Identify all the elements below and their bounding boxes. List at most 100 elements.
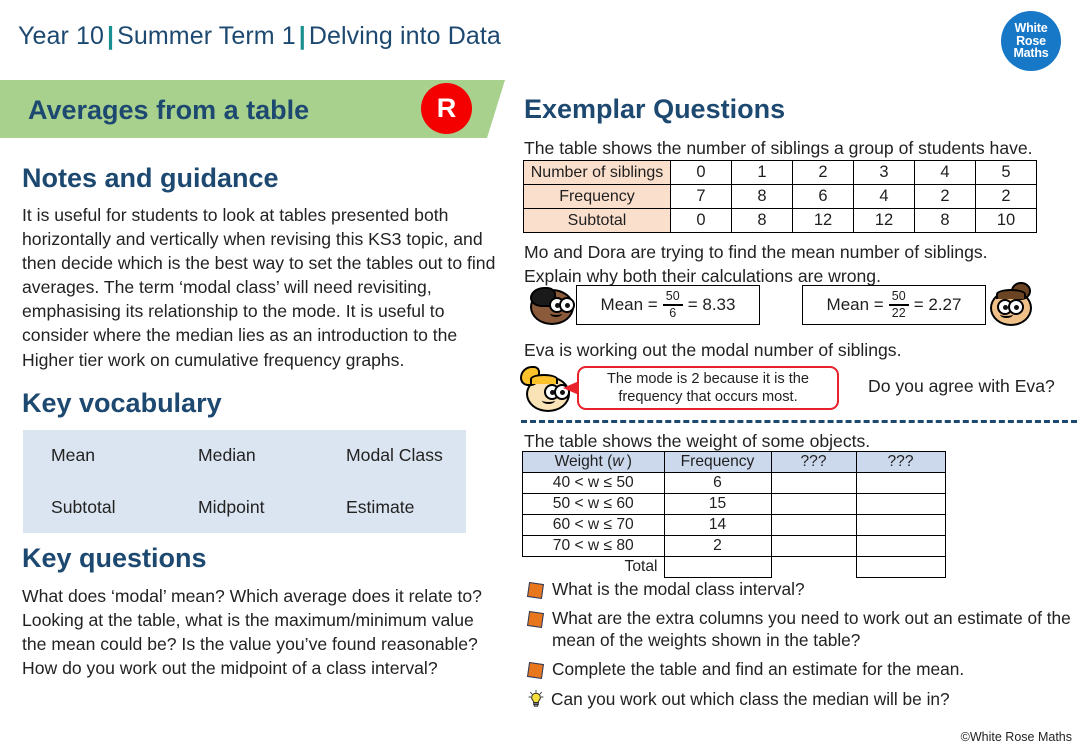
weight-table: Weight (w ) Frequency ??? ??? 40 < w ≤ 5…	[522, 451, 946, 578]
column-header-frequency: Frequency	[663, 451, 772, 473]
cell-interval: 70 < w ≤ 80	[522, 535, 665, 557]
logo-line-maths: Maths	[1013, 46, 1049, 61]
notes-heading: Notes and guidance	[22, 163, 279, 193]
cell: 4	[853, 184, 915, 209]
mo-numerator: 50	[665, 289, 680, 304]
bullet-text: What are the extra columns you need to w…	[552, 608, 1071, 651]
cell: 12	[853, 208, 915, 233]
vocab-term: Subtotal	[51, 496, 116, 517]
vocab-term: Mean	[51, 445, 96, 466]
bullet-text: Complete the table and find an estimate …	[552, 659, 965, 680]
breadcrumb-separator: |	[298, 22, 306, 50]
cell-blank[interactable]	[855, 493, 946, 515]
key-questions-heading: Key questions	[22, 543, 207, 573]
siblings-caption: The table shows the number of siblings a…	[524, 138, 1033, 158]
cell: 12	[792, 208, 854, 233]
orange-diamond-bullet-icon	[527, 582, 544, 599]
dora-numerator: 50	[891, 289, 906, 304]
total-spacer	[771, 557, 856, 578]
revision-badge: R	[421, 83, 472, 134]
siblings-table: Number of siblings 0 1 2 3 4 5 Frequency…	[523, 160, 1037, 233]
cell: 8	[731, 184, 793, 209]
table-row: 40 < w ≤ 50 6	[522, 472, 946, 494]
table-row: Subtotal 0 8 12 12 8 10	[523, 208, 1037, 233]
cell: 2	[792, 160, 854, 185]
worksheet-page: Year 10 | Summer Term 1 | Delving into Data …	[0, 0, 1084, 750]
dora-mean-label: Mean =	[826, 295, 884, 314]
top-header: Year 10 | Summer Term 1 | Delving into Data …	[0, 0, 1084, 75]
bullet-text: Can you work out which class the median …	[551, 688, 950, 709]
dora-denominator: 22	[891, 305, 906, 320]
cell: 1	[731, 160, 793, 185]
question-bullet-list: What is the modal class interval? What a…	[527, 578, 1080, 717]
cell-blank[interactable]	[770, 493, 857, 515]
breadcrumb-year: Year 10	[18, 22, 104, 50]
column-header-unknown-2: ???	[855, 451, 946, 473]
cell-frequency: 6	[663, 472, 772, 494]
table-header-row: Weight (w ) Frequency ??? ???	[522, 451, 946, 473]
notes-body: It is useful for students to look at tab…	[22, 205, 496, 370]
list-item: What are the extra columns you need to w…	[527, 607, 1080, 651]
breadcrumb: Year 10 | Summer Term 1 | Delving into Data	[18, 22, 501, 51]
white-rose-maths-logo: White Rose Maths	[1001, 11, 1061, 71]
cell-frequency: 15	[663, 493, 772, 515]
row-label: Subtotal	[523, 208, 671, 233]
column-header-unknown-1: ???	[770, 451, 857, 473]
cell-blank[interactable]	[770, 472, 857, 494]
eva-speech-bubble: The mode is 2 because it is the frequenc…	[577, 366, 839, 410]
cell: 2	[975, 184, 1037, 209]
cell-blank[interactable]	[855, 535, 946, 557]
row-label: Frequency	[523, 184, 671, 209]
breadcrumb-term: Summer Term 1	[117, 22, 296, 50]
cell-blank[interactable]	[770, 514, 857, 536]
weight-caption: The table shows the weight of some objec…	[524, 431, 871, 451]
logo-line-white: White	[1014, 20, 1048, 35]
cell: 5	[975, 160, 1037, 185]
eva-question-prompt: Do you agree with Eva?	[868, 376, 1055, 396]
cell-interval: 50 < w ≤ 60	[522, 493, 665, 515]
table-row: Number of siblings 0 1 2 3 4 5	[523, 160, 1037, 185]
mo-result: = 8.33	[687, 295, 736, 314]
total-frequency-blank[interactable]	[663, 556, 772, 578]
cell: 7	[670, 184, 732, 209]
cell: 8	[914, 208, 976, 233]
cell-interval: 60 < w ≤ 70	[522, 514, 665, 536]
dora-calculation-box: Mean = 50 22 = 2.27	[802, 285, 986, 325]
copyright-footer: ©White Rose Maths	[960, 730, 1072, 744]
dora-fraction: 50 22	[888, 289, 909, 320]
row-label: Number of siblings	[523, 160, 671, 185]
mo-calculation-box: Mean = 50 6 = 8.33	[576, 285, 760, 325]
cell: 6	[792, 184, 854, 209]
section-divider	[521, 420, 1077, 423]
column-header-weight: Weight (w )	[522, 451, 665, 473]
cell-interval: 40 < w ≤ 50	[522, 472, 665, 494]
eva-caption: Eva is working out the modal number of s…	[524, 340, 902, 360]
mo-fraction: 50 6	[662, 289, 683, 320]
orange-diamond-bullet-icon	[527, 611, 544, 629]
cell: 0	[670, 208, 732, 233]
mo-dora-caption: Mo and Dora are trying to find the mean …	[524, 242, 988, 287]
cell-frequency: 2	[663, 535, 772, 557]
cell: 3	[853, 160, 915, 185]
table-row: Frequency 7 8 6 4 2 2	[523, 184, 1037, 209]
list-item: Can you work out which class the median …	[528, 688, 1080, 710]
vocabulary-grid: Mean Median Modal Class Subtotal Midpoin…	[23, 430, 466, 533]
cell-blank[interactable]	[855, 472, 946, 494]
table-row: 70 < w ≤ 80 2	[522, 535, 946, 557]
vocab-term: Modal Class	[346, 445, 443, 466]
cell: 4	[914, 160, 976, 185]
lesson-title: Averages from a table	[28, 95, 310, 125]
vocabulary-heading: Key vocabulary	[22, 388, 222, 418]
key-questions-body: What does ‘modal’ mean? Which average do…	[22, 586, 482, 679]
vocab-term: Midpoint	[198, 496, 265, 517]
dora-result: = 2.27	[913, 295, 962, 314]
table-row: 60 < w ≤ 70 14	[522, 514, 946, 536]
table-row: 50 < w ≤ 60 15	[522, 493, 946, 515]
cell-blank[interactable]	[770, 535, 857, 557]
cell-blank[interactable]	[855, 514, 946, 536]
exemplar-heading: Exemplar Questions	[524, 94, 786, 124]
breadcrumb-separator: |	[106, 22, 115, 50]
mo-avatar	[530, 285, 575, 325]
mo-mean-label: Mean =	[600, 295, 658, 314]
total-blank[interactable]	[855, 556, 946, 578]
